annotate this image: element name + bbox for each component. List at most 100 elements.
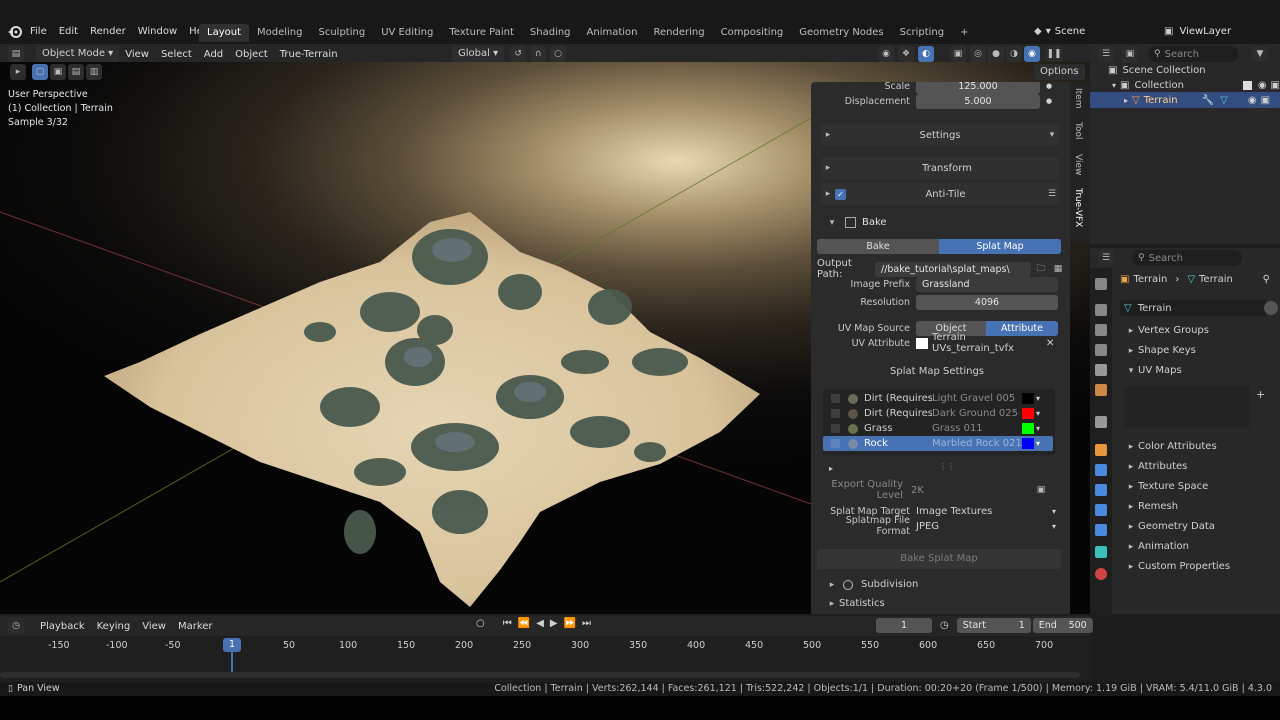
scene-selector[interactable]: ◆ ▾ Scene	[1034, 26, 1085, 37]
pin-icon[interactable]: ⚲	[1263, 274, 1270, 285]
overlay-icon[interactable]: ◐	[918, 46, 934, 62]
select-box-icon[interactable]: ▢	[32, 64, 48, 80]
outliner-editor-icon[interactable]: ☰	[1098, 46, 1114, 62]
pause-render-icon[interactable]: ❚❚	[1046, 46, 1062, 62]
row-checkbox[interactable]	[831, 394, 840, 403]
filter-icon[interactable]: ▼	[1252, 46, 1268, 62]
modifier-tab-icon[interactable]	[1095, 464, 1107, 476]
list-item[interactable]: Dirt (Requires ... Light Gravel 005 ▾	[823, 391, 1055, 406]
tab-scripting[interactable]: Scripting	[892, 24, 952, 42]
visibility-icon[interactable]: ◉	[878, 46, 894, 62]
tab-texture-paint[interactable]: Texture Paint	[441, 24, 522, 42]
view-layer-selector[interactable]: ▣ ViewLayer	[1164, 26, 1231, 37]
constraints-tab-icon[interactable]	[1095, 524, 1107, 536]
collection-tab-icon[interactable]	[1095, 416, 1107, 428]
row-checkbox[interactable]	[831, 424, 840, 433]
mesh-data-field[interactable]: ▽ Terrain	[1120, 300, 1266, 316]
transform-section[interactable]: ▸ Transform	[821, 157, 1059, 179]
prev-keyframe-icon[interactable]: ⏪	[518, 618, 530, 629]
outliner-collection[interactable]: ▾ ▣ Collection ◉ ▣	[1112, 80, 1280, 91]
view-layer-tab-icon[interactable]	[1095, 344, 1107, 356]
select-extend-icon[interactable]: ▣	[50, 64, 66, 80]
splat-target-dropdown[interactable]: Image Textures	[916, 506, 1052, 517]
wireframe-shading-icon[interactable]: ◎	[970, 46, 986, 62]
clear-icon[interactable]: ✕	[1046, 338, 1054, 349]
tab-modeling[interactable]: Modeling	[249, 24, 311, 42]
start-frame-field[interactable]: Start 1	[956, 618, 1031, 633]
playhead[interactable]: 1	[223, 638, 241, 652]
tab-uv-editing[interactable]: UV Editing	[373, 24, 441, 42]
anti-tile-section[interactable]: ▸ ✓ Anti-Tile ☰	[821, 183, 1059, 205]
clock-icon[interactable]: ◷	[940, 620, 949, 631]
color-swatch[interactable]	[1022, 423, 1034, 434]
material-tab-icon[interactable]	[1095, 568, 1107, 580]
jump-end-icon[interactable]: ⏭	[582, 618, 591, 629]
tab-shading[interactable]: Shading	[522, 24, 579, 42]
fake-user-icon[interactable]	[1264, 301, 1278, 315]
list-item[interactable]: Dirt (Requires ... Dark Ground 025 ▾	[823, 406, 1055, 421]
image-icon[interactable]: ▣	[1035, 484, 1047, 496]
tab-sculpting[interactable]: Sculpting	[311, 24, 374, 42]
exclude-checkbox[interactable]	[1242, 81, 1252, 90]
tab-rendering[interactable]: Rendering	[646, 24, 713, 42]
tab-bake[interactable]: Bake	[817, 239, 939, 254]
tab-splat-map[interactable]: Splat Map	[939, 239, 1061, 254]
list-icon[interactable]: ☰	[1045, 189, 1059, 199]
menu-file[interactable]: File	[24, 26, 53, 37]
gizmo-icon[interactable]: ❖	[898, 46, 914, 62]
tab-animation[interactable]: Animation	[579, 24, 646, 42]
add-uv-map-icon[interactable]: +	[1256, 388, 1265, 401]
list-item[interactable]: Grass Grass 011 ▾	[823, 421, 1055, 436]
custom-properties-section[interactable]: ▸ Custom Properties	[1124, 561, 1230, 572]
properties-editor-icon[interactable]: ☰	[1098, 250, 1114, 266]
pivot-icon[interactable]: ↺	[510, 46, 527, 62]
row-checkbox[interactable]	[831, 409, 840, 418]
current-frame-field[interactable]: 1	[876, 618, 932, 633]
settings-section[interactable]: ▸ Settings ▾	[821, 124, 1059, 146]
eye-icon[interactable]: ◉	[1248, 95, 1257, 106]
tab-tool[interactable]: Tool	[1073, 122, 1083, 139]
play-reverse-icon[interactable]: ◀	[536, 618, 544, 629]
proportional-edit-icon[interactable]: ○	[550, 46, 567, 62]
select-subtract-icon[interactable]: ▤	[68, 64, 84, 80]
outliner-search[interactable]: ⚲ Search	[1148, 46, 1238, 62]
end-frame-field[interactable]: End 500	[1032, 618, 1093, 633]
statistics-section[interactable]: ▸ Statistics	[825, 598, 885, 609]
export-quality-value[interactable]: 2K	[911, 485, 1035, 496]
displacement-field[interactable]: 5.000	[916, 93, 1040, 109]
display-mode-icon[interactable]: ▣	[1122, 46, 1138, 62]
texture-space-section[interactable]: ▸ Texture Space	[1124, 481, 1209, 492]
color-swatch[interactable]	[1022, 408, 1034, 419]
list-expand-icon[interactable]: ▸	[829, 464, 833, 473]
file-format-dropdown[interactable]: JPEG	[916, 521, 1052, 532]
next-keyframe-icon[interactable]: ⏩	[564, 618, 576, 629]
uv-attribute-value[interactable]: Terrain UVs_terrain_tvfx	[932, 332, 1042, 354]
checker-icon[interactable]: ▦	[1050, 261, 1066, 277]
tab-layout[interactable]: Layout	[199, 24, 249, 42]
vertex-groups-section[interactable]: ▸ Vertex Groups	[1124, 325, 1209, 336]
render-tab-icon[interactable]	[1095, 304, 1107, 316]
shape-keys-section[interactable]: ▸ Shape Keys	[1124, 345, 1196, 356]
select-intersect-icon[interactable]: ▥	[86, 64, 102, 80]
timeline-menu-keying[interactable]: Keying	[91, 621, 137, 632]
timeline-scrollbar[interactable]	[0, 672, 1080, 678]
material-shading-icon[interactable]: ◑	[1006, 46, 1022, 62]
geometry-data-section[interactable]: ▸ Geometry Data	[1124, 521, 1215, 532]
transform-orientation-dropdown[interactable]: Global ▾	[452, 46, 505, 62]
editor-type-icon[interactable]: ▤	[8, 46, 24, 62]
menu-render[interactable]: Render	[84, 26, 132, 37]
properties-search[interactable]: ⚲ Search	[1132, 250, 1242, 266]
viewport-menu-add[interactable]: Add	[198, 49, 229, 60]
jump-start-icon[interactable]: ⏮	[503, 618, 512, 629]
timeline-editor-icon[interactable]: ◷	[8, 618, 24, 634]
eye-icon[interactable]: ◉	[1258, 80, 1267, 91]
scene-tab-icon[interactable]	[1095, 364, 1107, 376]
output-path-field[interactable]: //bake_tutorial\splat_maps\	[875, 261, 1031, 277]
menu-edit[interactable]: Edit	[53, 26, 84, 37]
data-tab-icon[interactable]	[1095, 546, 1107, 558]
outliner-scene-collection[interactable]: ▣ Scene Collection	[1108, 65, 1206, 76]
scale-field[interactable]: 125.000	[916, 82, 1040, 94]
uv-maps-section[interactable]: ▾ UV Maps	[1124, 365, 1182, 376]
tab-geometry-nodes[interactable]: Geometry Nodes	[791, 24, 891, 42]
viewport-menu-object[interactable]: Object	[229, 49, 274, 60]
